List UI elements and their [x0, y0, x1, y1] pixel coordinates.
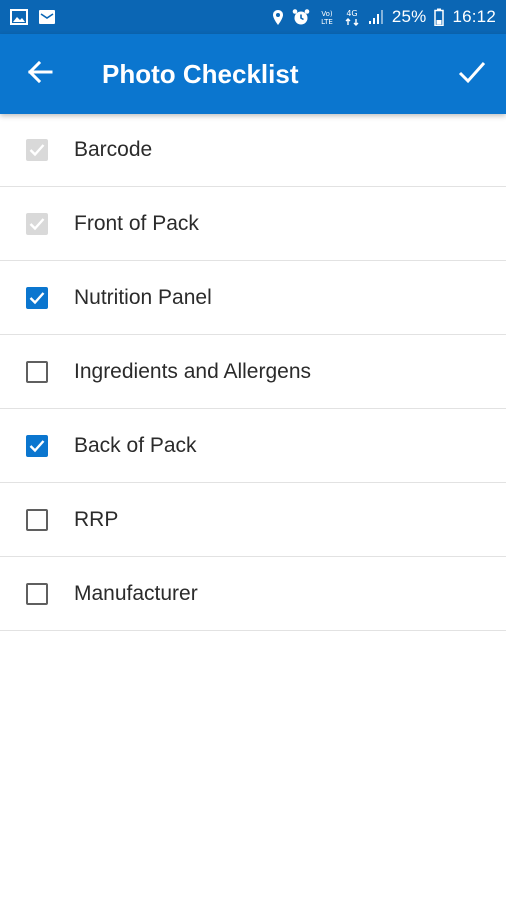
status-bar: Vo) LTE 4G 25% 16:12 [0, 0, 506, 34]
checkmark-icon [29, 439, 45, 452]
location-icon [272, 9, 284, 26]
data-4g-icon: 4G [344, 8, 360, 26]
checklist-item-manufacturer[interactable]: Manufacturer [0, 557, 506, 631]
message-icon [38, 9, 56, 25]
checkbox[interactable] [26, 212, 48, 235]
volte-icon: Vo) LTE [318, 8, 336, 26]
svg-text:LTE: LTE [321, 18, 333, 26]
screen: Vo) LTE 4G 25% 16:12 Photo Checklist Bar… [0, 0, 506, 900]
checkbox[interactable] [26, 582, 48, 605]
photo-checklist: Barcode Front of Pack Nutrition Panel In… [0, 113, 506, 631]
checklist-item-back-of-pack[interactable]: Back of Pack [0, 409, 506, 483]
checklist-item-label: Back of Pack [74, 433, 197, 457]
checkbox[interactable] [26, 434, 48, 457]
checklist-item-ingredients-and-allergens[interactable]: Ingredients and Allergens [0, 335, 506, 409]
gallery-icon [10, 9, 28, 25]
checklist-item-label: Nutrition Panel [74, 285, 212, 309]
checklist-item-nutrition-panel[interactable]: Nutrition Panel [0, 261, 506, 335]
checkmark-icon [29, 143, 45, 156]
battery-percent: 25% [391, 7, 427, 26]
checklist-item-label: Manufacturer [74, 581, 198, 605]
checklist-item-rrp[interactable]: RRP [0, 483, 506, 557]
status-right: Vo) LTE 4G 25% 16:12 [264, 7, 496, 27]
back-button[interactable] [0, 34, 80, 114]
signal-icon [368, 9, 384, 25]
checkbox[interactable] [26, 508, 48, 531]
checkbox[interactable] [26, 360, 48, 383]
checklist-item-label: RRP [74, 507, 119, 531]
checkbox[interactable] [26, 138, 48, 161]
checklist-item-front-of-pack[interactable]: Front of Pack [0, 187, 506, 261]
svg-text:Vo): Vo) [321, 10, 333, 18]
clock: 16:12 [452, 7, 496, 26]
checklist-item-label: Barcode [74, 137, 153, 161]
checklist-item-barcode[interactable]: Barcode [0, 113, 506, 187]
status-left [10, 9, 66, 25]
alarm-icon [292, 8, 310, 26]
page-title: Photo Checklist [102, 58, 299, 89]
confirm-button[interactable] [438, 34, 506, 114]
checklist-item-label: Ingredients and Allergens [74, 359, 311, 383]
arrow-left-icon [27, 59, 53, 90]
check-icon [458, 60, 486, 89]
checkbox[interactable] [26, 286, 48, 309]
checkmark-icon [29, 217, 45, 230]
checklist-item-label: Front of Pack [74, 211, 199, 235]
app-bar: Photo Checklist [0, 34, 506, 114]
checkmark-icon [29, 291, 45, 304]
svg-text:4G: 4G [346, 9, 357, 18]
battery-icon [434, 8, 445, 26]
